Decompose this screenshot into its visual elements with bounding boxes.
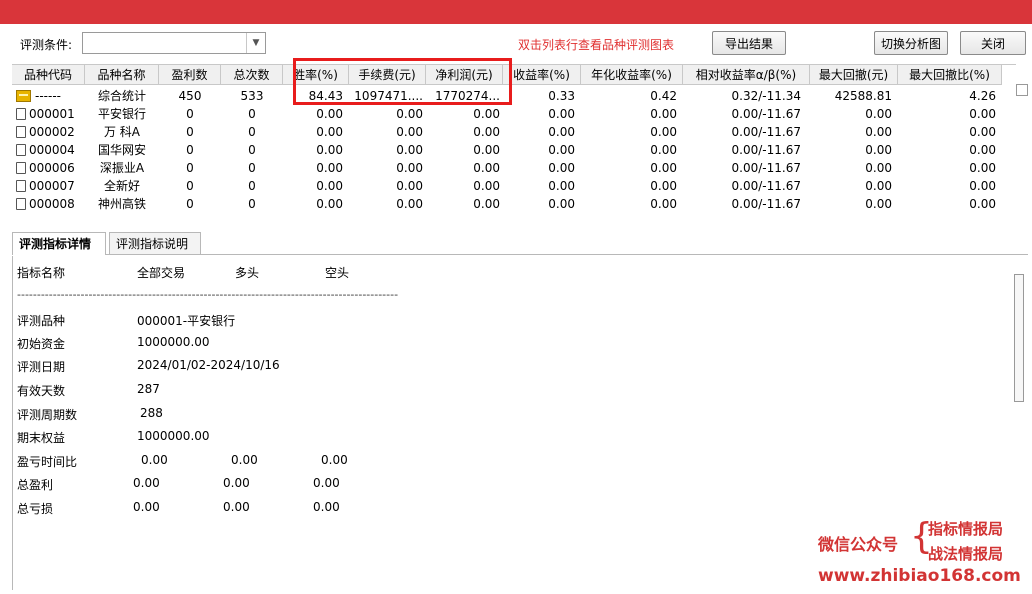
detail-value: 0.00 (313, 500, 340, 514)
col-header-max-drawdown[interactable]: 最大回撤(元) (810, 65, 898, 85)
summary-icon (16, 90, 31, 102)
detail-value: 1000000.00 (137, 335, 210, 349)
hint-text: 双击列表行查看品种评测图表 (518, 38, 675, 52)
detail-label: 总亏损 (17, 502, 54, 516)
condition-combobox[interactable]: ▼ (82, 32, 266, 54)
detail-value: 0.00 (141, 453, 168, 467)
table-row[interactable]: 000008 神州高铁 0 0 0.00 0.00 0.00 0.00 0.00… (12, 195, 1016, 213)
highlight-box (293, 58, 512, 105)
col-header-code[interactable]: 品种代码 (12, 65, 85, 85)
document-icon (16, 108, 26, 120)
detail-value: 0.00 (133, 500, 160, 514)
table-row[interactable]: 000007 全新好 0 0 0.00 0.00 0.00 0.00 0.00 … (12, 177, 1016, 195)
detail-label: 评测周期数 (17, 408, 78, 422)
detail-col-metric: 指标名称 (17, 266, 66, 280)
col-header-total[interactable]: 总次数 (221, 65, 283, 85)
detail-scrollbar[interactable] (1014, 274, 1024, 402)
detail-value: 000001-平安银行 (137, 314, 236, 328)
detail-label: 初始资金 (17, 337, 66, 351)
detail-value: 1000000.00 (137, 429, 210, 443)
document-icon (16, 144, 26, 156)
col-header-relative[interactable]: 相对收益率α/β(%) (683, 65, 810, 85)
detail-value: 0.00 (223, 476, 250, 490)
col-header-annual[interactable]: 年化收益率(%) (581, 65, 683, 85)
detail-label: 总盈利 (17, 478, 54, 492)
table-row[interactable]: 000004 国华网安 0 0 0.00 0.00 0.00 0.00 0.00… (12, 141, 1016, 159)
detail-value: 0.00 (223, 500, 250, 514)
switch-chart-button[interactable]: 切换分析图 (874, 31, 948, 55)
detail-separator: ----------------------------------------… (17, 288, 399, 301)
detail-col-all: 全部交易 (137, 266, 186, 280)
title-bar (0, 0, 1032, 24)
detail-label: 评测品种 (17, 314, 66, 328)
table-row[interactable]: 000002 万 科A 0 0 0.00 0.00 0.00 0.00 0.00… (12, 123, 1016, 141)
col-header-return[interactable]: 收益率(%) (503, 65, 581, 85)
detail-label: 有效天数 (17, 384, 66, 398)
detail-value: 287 (137, 382, 160, 396)
detail-label: 评测日期 (17, 360, 66, 374)
table-header: 品种代码 品种名称 盈利数 总次数 胜率(%) 手续费(元) 净利润(元) 收益… (12, 65, 1016, 85)
document-icon (16, 126, 26, 138)
document-icon (16, 180, 26, 192)
close-button[interactable]: 关闭 (960, 31, 1026, 55)
document-icon (16, 162, 26, 174)
detail-label: 期末权益 (17, 431, 66, 445)
watermark-wechat: 微信公众号 (818, 535, 899, 554)
col-header-win[interactable]: 盈利数 (159, 65, 221, 85)
condition-label: 评测条件: (20, 38, 73, 52)
watermark-line2: 指标情报局 (928, 520, 1004, 538)
results-table: 品种代码 品种名称 盈利数 总次数 胜率(%) 手续费(元) 净利润(元) 收益… (12, 64, 1016, 221)
table-row[interactable]: 000001 平安银行 0 0 0.00 0.00 0.00 0.00 0.00… (12, 105, 1016, 123)
detail-value: 0.00 (321, 453, 348, 467)
toolbar: 评测条件: ▼ 双击列表行查看品种评测图表 导出结果 切换分析图 关闭 (12, 28, 1028, 60)
watermark-url: www.zhibiao168.com (818, 566, 1021, 586)
detail-value: 2024/01/02-2024/10/16 (137, 358, 280, 372)
chevron-down-icon[interactable]: ▼ (246, 33, 265, 53)
tab-metric-explanation[interactable]: 评测指标说明 (109, 232, 201, 254)
export-button[interactable]: 导出结果 (712, 31, 786, 55)
detail-tabs: 评测指标详情 评测指标说明 (12, 230, 1028, 255)
tab-metric-details[interactable]: 评测指标详情 (12, 232, 106, 255)
table-scrollbar[interactable] (1016, 84, 1028, 96)
detail-value: 0.00 (133, 476, 160, 490)
detail-value: 0.00 (313, 476, 340, 490)
col-header-max-drawdown-ratio[interactable]: 最大回撤比(%) (898, 65, 1002, 85)
detail-col-long: 多头 (235, 266, 260, 280)
detail-value: 288 (140, 406, 163, 420)
document-icon (16, 198, 26, 210)
col-header-name[interactable]: 品种名称 (85, 65, 159, 85)
table-row[interactable]: ------ 综合统计 450 533 84.43 1097471.... 17… (12, 87, 1016, 105)
watermark-line3: 战法情报局 (928, 545, 1004, 563)
detail-label: 盈亏时间比 (17, 455, 78, 469)
detail-value: 0.00 (231, 453, 258, 467)
table-row[interactable]: 000006 深振业A 0 0 0.00 0.00 0.00 0.00 0.00… (12, 159, 1016, 177)
detail-col-short: 空头 (325, 266, 350, 280)
